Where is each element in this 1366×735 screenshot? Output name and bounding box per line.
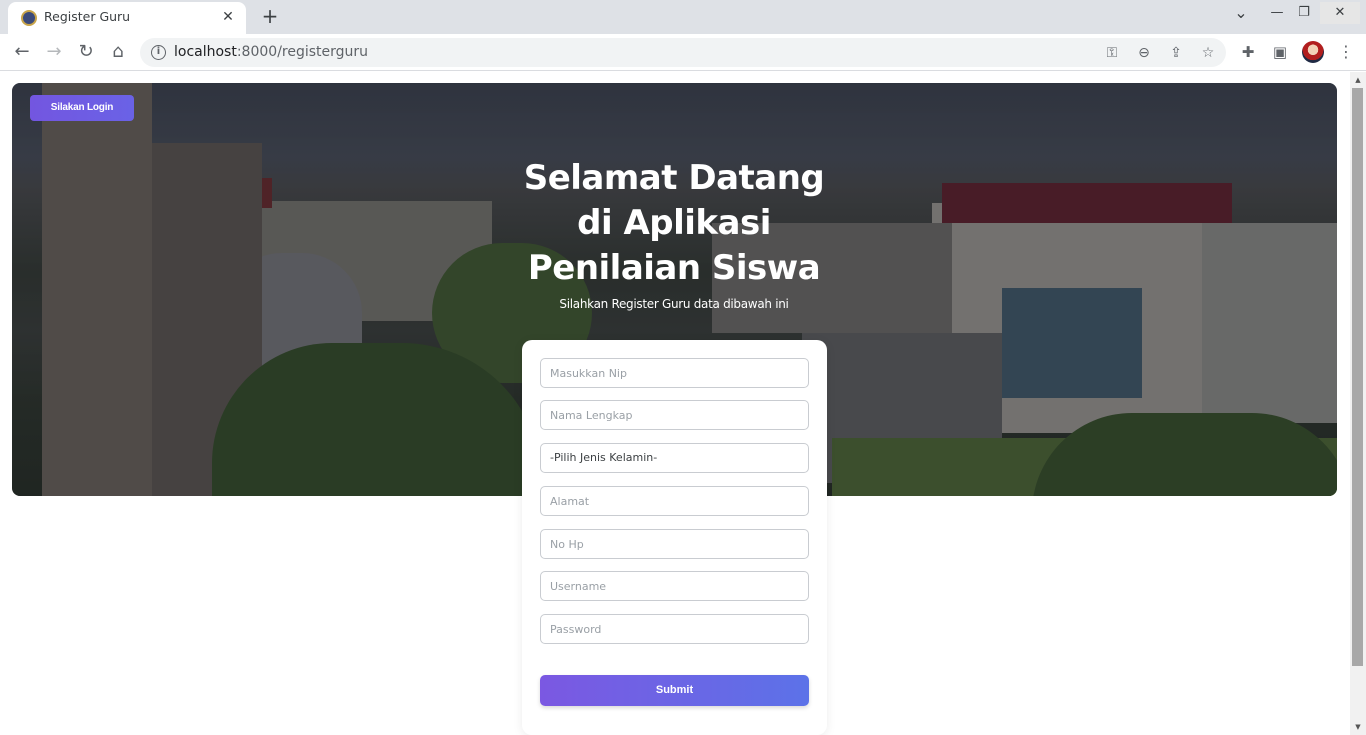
side-panel-icon[interactable]: ▣ [1270, 42, 1290, 62]
minimize-button[interactable]: — [1262, 2, 1292, 24]
menu-icon[interactable]: ⋮ [1336, 42, 1356, 62]
scrollbar-thumb[interactable] [1352, 88, 1363, 666]
page-viewport: Silakan Login Selamat Datang di Aplikasi… [0, 72, 1350, 735]
back-icon[interactable]: ← [10, 40, 34, 64]
url-text[interactable]: localhost:8000/registerguru [174, 44, 368, 60]
register-form: -Pilih Jenis Kelamin- Submit [522, 340, 827, 735]
restore-button[interactable]: ❐ [1289, 2, 1319, 24]
profile-avatar[interactable] [1302, 41, 1324, 63]
share-icon[interactable]: ⇪ [1166, 43, 1186, 63]
username-input[interactable] [540, 571, 809, 601]
page-scrollbar[interactable]: ▲ ▼ [1350, 72, 1366, 735]
phone-input[interactable] [540, 529, 809, 559]
page-subtitle: Silahkan Register Guru data dibawah ini [559, 297, 789, 311]
page-title: Selamat Datang di Aplikasi Penilaian Sis… [523, 158, 825, 288]
tab-title: Register Guru [44, 9, 131, 24]
tab-close-icon[interactable]: ✕ [218, 7, 238, 27]
url-host: localhost [174, 44, 237, 60]
favicon-icon [21, 10, 37, 26]
browser-toolbar: ← → ↻ ⌂ i localhost:8000/registerguru ⚿ … [0, 34, 1366, 71]
nip-input[interactable] [540, 358, 809, 388]
scroll-up-arrow-icon[interactable]: ▲ [1353, 76, 1363, 84]
browser-tab-strip: Register Guru ✕ + ⌄ — ❐ ✕ [0, 0, 1366, 34]
password-input[interactable] [540, 614, 809, 644]
browser-tab[interactable]: Register Guru ✕ [8, 2, 246, 34]
tab-search-icon[interactable]: ⌄ [1226, 2, 1256, 24]
login-button[interactable]: Silakan Login [30, 95, 134, 121]
url-path: :8000/registerguru [236, 44, 369, 60]
submit-button[interactable]: Submit [540, 675, 809, 706]
new-tab-button[interactable]: + [258, 4, 282, 28]
home-icon[interactable]: ⌂ [106, 40, 130, 64]
bookmark-star-icon[interactable]: ☆ [1198, 43, 1218, 63]
reload-icon[interactable]: ↻ [74, 40, 98, 64]
scroll-down-arrow-icon[interactable]: ▼ [1353, 723, 1363, 731]
zoom-icon[interactable]: ⊖ [1134, 43, 1154, 63]
address-input[interactable] [540, 486, 809, 516]
site-info-icon[interactable]: i [151, 45, 166, 60]
forward-icon[interactable]: → [42, 40, 66, 64]
full-name-input[interactable] [540, 400, 809, 430]
close-window-button[interactable]: ✕ [1320, 2, 1360, 24]
key-icon[interactable]: ⚿ [1102, 43, 1122, 63]
address-bar[interactable]: i localhost:8000/registerguru ⚿ ⊖ ⇪ ☆ [140, 38, 1226, 67]
gender-select[interactable]: -Pilih Jenis Kelamin- [540, 443, 809, 473]
extensions-icon[interactable]: ✚ [1238, 42, 1258, 62]
